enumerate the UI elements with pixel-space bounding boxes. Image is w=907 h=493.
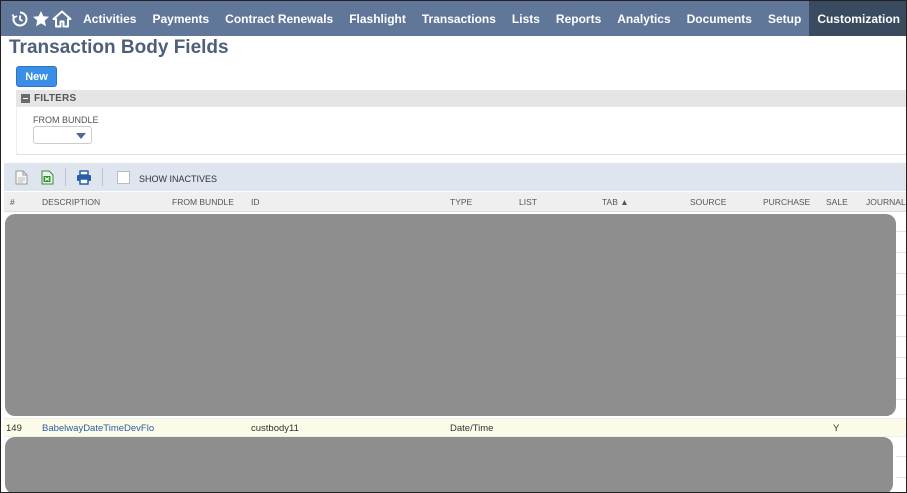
show-inactives-checkbox[interactable] [117, 170, 130, 184]
cell-number: 149 [6, 423, 22, 434]
nav-lists[interactable]: Lists [504, 1, 548, 36]
redacted-rows [5, 214, 896, 416]
cell-type: Date/Time [450, 423, 494, 434]
nav-payments[interactable]: Payments [144, 1, 217, 36]
filters-header[interactable]: FILTERS [16, 90, 906, 107]
export-csv-icon[interactable] [13, 169, 29, 185]
nav-reports[interactable]: Reports [548, 1, 609, 36]
redacted-rows [5, 437, 893, 492]
cell-id: custbody11 [251, 423, 299, 434]
col-number[interactable]: # [10, 197, 15, 207]
print-icon[interactable] [76, 169, 92, 185]
col-journal[interactable]: JOURNAL [866, 197, 906, 207]
list-toolbar: SHOW INACTIVES [4, 163, 906, 191]
col-list[interactable]: LIST [519, 197, 537, 207]
nav-setup[interactable]: Setup [760, 1, 809, 36]
nav-documents[interactable]: Documents [679, 1, 760, 36]
table-header: # DESCRIPTION FROM BUNDLE ID TYPE LIST T… [4, 192, 906, 212]
top-navigation: Activities Payments Contract Renewals Fl… [1, 1, 906, 36]
col-from-bundle[interactable]: FROM BUNDLE [172, 197, 234, 207]
col-purchase[interactable]: PURCHASE [763, 197, 810, 207]
from-bundle-select[interactable] [33, 126, 92, 144]
star-icon[interactable] [30, 1, 51, 36]
recent-icon[interactable] [9, 1, 30, 36]
toolbar-divider [102, 168, 103, 186]
col-description[interactable]: DESCRIPTION [42, 197, 100, 207]
col-id[interactable]: ID [251, 197, 260, 207]
filters-label: FILTERS [34, 93, 77, 104]
nav-customization[interactable]: Customization [809, 1, 906, 36]
cell-sale: Y [833, 423, 840, 434]
col-type[interactable]: TYPE [450, 197, 472, 207]
nav-contract-renewals[interactable]: Contract Renewals [217, 1, 341, 36]
table-row[interactable]: 149 BabelwayDateTimeDevFlo custbody11 Da… [4, 418, 906, 437]
col-tab[interactable]: TAB ▲ [602, 197, 629, 207]
toolbar-divider [65, 168, 66, 186]
from-bundle-label: FROM BUNDLE [33, 115, 99, 125]
nav-flashlight[interactable]: Flashlight [341, 1, 414, 36]
app-window: Activities Payments Contract Renewals Fl… [0, 0, 907, 493]
filters-panel: FROM BUNDLE [16, 107, 906, 155]
nav-activities[interactable]: Activities [75, 1, 144, 36]
page-title: Transaction Body Fields [9, 37, 229, 58]
chevron-down-icon [76, 133, 86, 139]
col-sale[interactable]: SALE [826, 197, 848, 207]
new-button[interactable]: New [16, 66, 57, 87]
cell-description-link[interactable]: BabelwayDateTimeDevFlo [42, 423, 154, 434]
col-source[interactable]: SOURCE [690, 197, 726, 207]
collapse-icon[interactable] [21, 94, 30, 103]
nav-analytics[interactable]: Analytics [609, 1, 678, 36]
show-inactives-label: SHOW INACTIVES [139, 173, 218, 184]
nav-transactions[interactable]: Transactions [414, 1, 504, 36]
home-icon[interactable] [52, 1, 73, 36]
export-excel-icon[interactable] [39, 169, 55, 185]
